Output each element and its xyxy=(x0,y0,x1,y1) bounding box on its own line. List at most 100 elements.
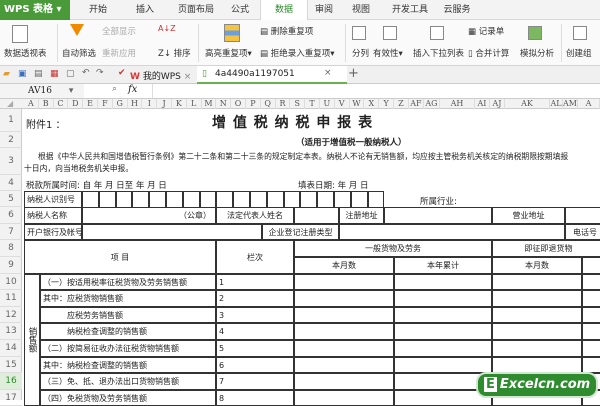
row-header-cell[interactable]: 12 xyxy=(0,307,22,323)
customize-icon[interactable]: ✔ xyxy=(118,68,126,78)
formula-input[interactable] xyxy=(152,84,600,98)
row-header-cell[interactable]: 11 xyxy=(0,290,22,307)
column-header-cell[interactable]: T xyxy=(305,99,320,109)
year-value-cell-2[interactable] xyxy=(582,307,600,323)
row-header-cell[interactable]: 8 xyxy=(0,240,22,257)
column-header-cell[interactable]: Q xyxy=(261,99,276,109)
month-value-cell-2[interactable] xyxy=(492,307,582,323)
column-header-cell[interactable]: AM xyxy=(563,99,578,109)
row-header-cell[interactable]: 17 xyxy=(0,390,22,406)
year-value-cell-2[interactable] xyxy=(582,290,600,307)
year-value-cell[interactable] xyxy=(394,307,492,323)
tab-7[interactable]: 开发工具 xyxy=(387,0,433,20)
undo-icon[interactable]: ↶ xyxy=(82,68,90,78)
taxpayer-id-digit-box[interactable] xyxy=(115,191,133,208)
biz-address-field[interactable] xyxy=(565,207,600,224)
year-value-cell[interactable] xyxy=(394,340,492,357)
sort-asc-icon[interactable]: A↓Z xyxy=(158,24,176,33)
zoom-search-icon[interactable]: ⌕ xyxy=(112,84,117,94)
month-value-cell[interactable] xyxy=(294,307,394,323)
open-icon[interactable]: ▰ xyxy=(3,69,10,79)
column-header-cell[interactable]: D xyxy=(68,99,84,109)
column-header-cell[interactable]: R xyxy=(276,99,291,109)
consolidate-button[interactable]: ▯ 合并计算 xyxy=(468,47,509,59)
reject-duplicates-button[interactable]: ▤ 拒绝录入重复项▾ xyxy=(260,47,335,59)
fx-icon[interactable]: fx xyxy=(128,84,137,95)
split-column-button[interactable]: 分列 xyxy=(352,47,369,59)
taxpayer-id-digit-box[interactable] xyxy=(283,191,301,208)
row-header-cell[interactable]: 3 xyxy=(0,148,22,175)
taxpayer-id-digit-box[interactable] xyxy=(317,191,334,208)
month-value-cell-2[interactable] xyxy=(492,290,582,307)
month-value-cell[interactable] xyxy=(294,373,394,390)
row-header-cell[interactable]: 16 xyxy=(0,373,22,390)
month-value-cell-2[interactable] xyxy=(492,357,582,373)
row-header-cell[interactable]: 13 xyxy=(0,323,22,340)
year-value-cell[interactable] xyxy=(394,323,492,340)
column-header-cell[interactable]: Z xyxy=(394,99,409,109)
column-header-cell[interactable]: M xyxy=(202,99,217,109)
taxpayer-id-digit-box[interactable] xyxy=(216,191,234,208)
save-icon[interactable]: ▣ xyxy=(18,69,27,79)
column-header-cell[interactable]: AJ xyxy=(490,99,505,109)
column-header-cell[interactable]: AF xyxy=(409,99,424,109)
column-header-cell[interactable]: N xyxy=(216,99,232,109)
taxpayer-id-digit-box[interactable] xyxy=(166,191,183,208)
tab-0[interactable]: 开始 xyxy=(80,0,116,20)
insert-dropdown-button[interactable]: 插入下拉列表 xyxy=(413,47,464,59)
month-value-cell[interactable] xyxy=(294,340,394,357)
tab-6[interactable]: 视图 xyxy=(345,0,377,20)
tab-2[interactable]: 页面布局 xyxy=(170,0,222,20)
month-value-cell[interactable] xyxy=(294,323,394,340)
column-header-cell[interactable]: J xyxy=(157,99,172,109)
redo-icon[interactable]: ↷ xyxy=(96,68,104,78)
app-menu-button[interactable]: WPS 表格 ▾ xyxy=(0,0,70,20)
column-header-cell[interactable]: AI xyxy=(475,99,490,109)
month-value-cell[interactable] xyxy=(294,274,394,290)
taxpayer-id-digit-box[interactable] xyxy=(182,191,200,208)
taxpayer-id-digit-box[interactable] xyxy=(334,191,351,208)
taxpayer-id-digit-box[interactable] xyxy=(98,191,116,208)
taxpayer-id-digit-box[interactable] xyxy=(367,191,385,208)
export-icon[interactable]: ▢ xyxy=(66,69,75,79)
row-header-cell[interactable]: 5 xyxy=(0,191,22,207)
month-value-cell-2[interactable] xyxy=(492,323,582,340)
validity-button[interactable]: 有效性▾ xyxy=(373,47,403,59)
row-header-cell[interactable]: 9 xyxy=(0,257,22,274)
tab-document[interactable]: ▯ 4a4490a1197051 × xyxy=(197,66,347,84)
tab-my-wps[interactable]: W 我的WPS × xyxy=(130,69,191,82)
taxpayer-id-digit-box[interactable] xyxy=(149,191,166,208)
column-header-cell[interactable]: AK xyxy=(505,99,550,109)
show-all-button[interactable]: 全部显示 xyxy=(102,25,136,37)
taxpayer-id-digit-box[interactable] xyxy=(199,191,217,208)
tab-5[interactable]: 审阅 xyxy=(308,0,340,20)
column-header-cell[interactable]: A xyxy=(24,99,39,109)
sort-button[interactable]: Z↓ 排序 xyxy=(158,47,191,59)
row-header-cell[interactable]: 4 xyxy=(0,175,22,191)
legal-rep-field[interactable] xyxy=(294,207,339,224)
tab-3[interactable]: 公式 xyxy=(224,0,256,20)
column-header-cell[interactable]: A xyxy=(578,99,600,109)
name-box[interactable]: AV16 ▾ xyxy=(0,84,84,98)
reg-type-field[interactable] xyxy=(339,224,565,240)
column-header-cell[interactable]: W xyxy=(350,99,365,109)
row-header-cell[interactable]: 10 xyxy=(0,274,22,290)
reg-address-field[interactable] xyxy=(384,207,492,224)
row-header-cell[interactable]: 7 xyxy=(0,224,22,240)
year-value-cell-2[interactable] xyxy=(582,274,600,290)
taxpayer-id-digit-box[interactable] xyxy=(233,191,250,208)
row-header-cell[interactable]: 2 xyxy=(0,132,22,148)
close-icon[interactable]: × xyxy=(184,72,192,82)
year-value-cell[interactable] xyxy=(394,290,492,307)
column-header-cell[interactable]: F xyxy=(98,99,113,109)
column-header-cell[interactable]: P xyxy=(246,99,261,109)
column-header-cell[interactable]: C xyxy=(54,99,69,109)
delete-duplicates-button[interactable]: ▤ 删除重复项 xyxy=(260,25,313,37)
column-header-cell[interactable]: Y xyxy=(379,99,394,109)
column-header-cell[interactable]: K xyxy=(172,99,187,109)
select-all-icon[interactable]: ◢ xyxy=(7,99,13,108)
close-icon[interactable]: × xyxy=(324,68,332,78)
taxpayer-id-digit-box[interactable] xyxy=(300,191,318,208)
column-header-cell[interactable]: I xyxy=(142,99,158,109)
autofilter-button[interactable]: 自动筛选 xyxy=(62,47,96,59)
